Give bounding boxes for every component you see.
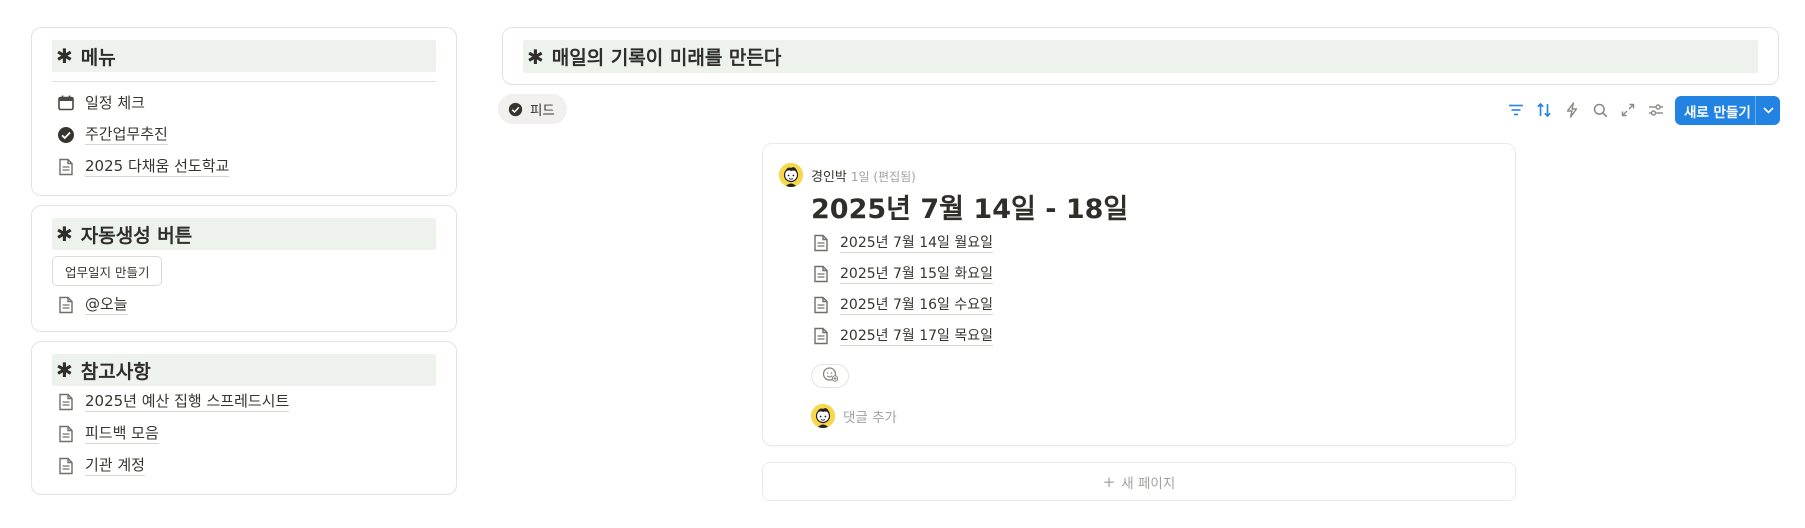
new-page-button[interactable]: + 새 페이지 — [762, 462, 1516, 501]
menu-heading: ✱ 메뉴 — [52, 40, 436, 72]
list-item[interactable]: 2025년 7월 14일 월요일 — [811, 232, 993, 254]
sidebar-item-feedback[interactable]: 피드백 모음 — [56, 423, 159, 445]
new-page-label: 새 페이지 — [1121, 475, 1176, 492]
auto-buttons-card: ✱ 자동생성 버튼 업무일지 만들기 @오늘 — [31, 205, 457, 332]
chevron-down-icon[interactable] — [1756, 107, 1780, 114]
page-title-card: ✱ 매일의 기록이 미래를 만든다 — [502, 27, 1779, 85]
references-heading: ✱ 참고사항 — [52, 354, 436, 386]
new-button[interactable]: 새로 만들기 — [1675, 96, 1780, 125]
asterisk-icon: ✱ — [56, 44, 73, 68]
document-icon — [56, 295, 76, 315]
list-item[interactable]: 2025년 7월 16일 수요일 — [811, 294, 993, 316]
post-author: 경인박 1일 (편집됨) — [811, 166, 916, 185]
document-icon — [56, 392, 76, 412]
post-meta: 1일 (편집됨) — [850, 170, 916, 184]
create-work-log-label: 업무일지 만들기 — [65, 264, 150, 280]
avatar — [779, 163, 803, 187]
document-icon — [811, 326, 831, 346]
sidebar-item-label: 기관 계정 — [85, 456, 145, 476]
avatar — [811, 404, 835, 428]
sidebar-item-org-accounts[interactable]: 기관 계정 — [56, 455, 145, 477]
post-title[interactable]: 2025년 7월 14일 - 18일 — [811, 187, 1128, 226]
list-item[interactable]: 2025년 7월 15일 화요일 — [811, 263, 993, 285]
references-title: 참고사항 — [80, 360, 151, 383]
create-work-log-button[interactable]: 업무일지 만들기 — [52, 256, 163, 286]
menu-divider — [52, 81, 436, 82]
document-icon — [811, 264, 831, 284]
list-item-label: 2025년 7월 16일 수요일 — [840, 296, 993, 315]
sort-icon[interactable] — [1533, 99, 1555, 121]
sidebar-item-label: 2025년 예산 집행 스프레드시트 — [85, 392, 290, 412]
sidebar-item-today[interactable]: @오늘 — [56, 294, 128, 316]
asterisk-icon: ✱ — [56, 222, 73, 246]
tab-feed[interactable]: 피드 — [498, 94, 567, 124]
references-card: ✱ 참고사항 2025년 예산 집행 스프레드시트 피드백 모음 기관 계정 — [31, 341, 457, 495]
comment-input[interactable]: 댓글 추가 — [843, 406, 897, 426]
sidebar-item-pilot-school[interactable]: 2025 다채움 선도학교 — [56, 156, 230, 178]
sidebar-item-label: 피드백 모음 — [85, 424, 159, 444]
settings-icon[interactable] — [1645, 99, 1667, 121]
menu-card: ✱ 메뉴 일정 체크 주간업무추진 2025 다채움 선도학교 — [31, 27, 457, 196]
sidebar-item-label: 주간업무추진 — [85, 125, 168, 145]
auto-buttons-heading: ✱ 자동생성 버튼 — [52, 218, 436, 250]
author-name[interactable]: 경인박 — [811, 170, 847, 185]
page-title-text: 매일의 기록이 미래를 만든다 — [551, 47, 782, 69]
list-item-label: 2025년 7월 17일 목요일 — [840, 327, 993, 346]
emoji-add-icon — [822, 366, 839, 386]
check-circle-icon — [56, 125, 76, 145]
sidebar-item-budget-sheet[interactable]: 2025년 예산 집행 스프레드시트 — [56, 391, 290, 413]
add-reaction-button[interactable] — [811, 364, 849, 388]
check-circle-icon — [508, 102, 523, 117]
document-icon — [56, 157, 76, 177]
sidebar-item-weekly-tasks[interactable]: 주간업무추진 — [56, 124, 168, 146]
asterisk-icon: ✱ — [56, 358, 73, 382]
menu-title: 메뉴 — [80, 46, 116, 69]
document-icon — [811, 295, 831, 315]
auto-buttons-title: 자동생성 버튼 — [80, 224, 193, 247]
document-icon — [56, 424, 76, 444]
new-button-label[interactable]: 새로 만들기 — [1675, 101, 1755, 121]
tab-feed-label: 피드 — [530, 103, 555, 119]
list-item-label: 2025년 7월 14일 월요일 — [840, 234, 993, 253]
document-icon — [811, 233, 831, 253]
search-icon[interactable] — [1589, 99, 1611, 121]
list-item-label: 2025년 7월 15일 화요일 — [840, 265, 993, 284]
asterisk-icon: ✱ — [527, 44, 544, 69]
sidebar-item-label: 2025 다채움 선도학교 — [85, 157, 230, 177]
calendar-icon — [56, 93, 76, 113]
sidebar-item-label: @오늘 — [85, 295, 128, 315]
expand-icon[interactable] — [1617, 99, 1639, 121]
automation-icon[interactable] — [1561, 99, 1583, 121]
sidebar-item-schedule[interactable]: 일정 체크 — [56, 92, 145, 114]
plus-icon: + — [1102, 472, 1116, 491]
document-icon — [56, 456, 76, 476]
feed-post-card[interactable]: 경인박 1일 (편집됨) 2025년 7월 14일 - 18일 2025년 7월 … — [762, 143, 1516, 446]
sidebar-item-label: 일정 체크 — [85, 93, 145, 112]
comment-row[interactable]: 댓글 추가 — [811, 404, 897, 428]
filter-icon[interactable] — [1505, 99, 1527, 121]
page-title: ✱ 매일의 기록이 미래를 만든다 — [523, 40, 1758, 73]
list-item[interactable]: 2025년 7월 17일 목요일 — [811, 325, 993, 347]
